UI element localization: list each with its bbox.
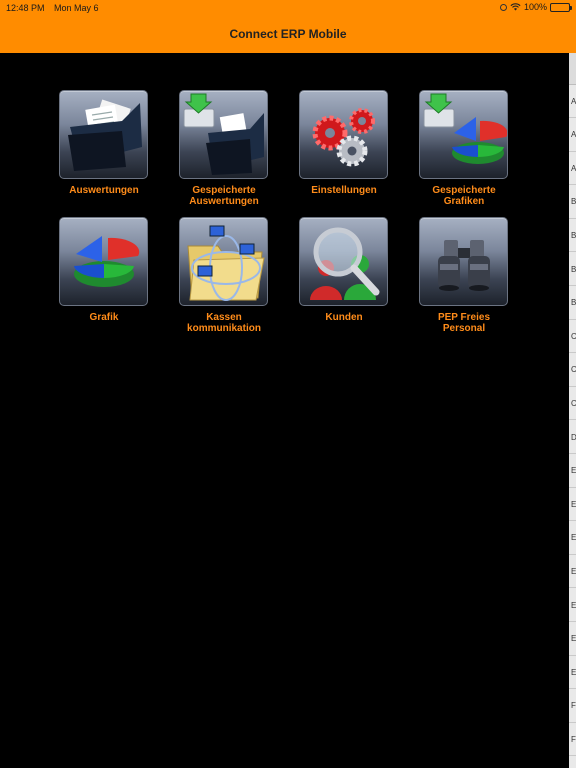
index-letter[interactable]: C <box>569 387 576 421</box>
index-letter[interactable]: B <box>569 253 576 286</box>
index-letter[interactable]: E <box>569 656 576 690</box>
index-letter[interactable]: D <box>569 421 576 454</box>
index-letter[interactable]: C <box>569 320 576 354</box>
tile-label: Grafik <box>89 312 119 323</box>
binoculars-icon <box>419 217 508 306</box>
tile-gespeicherte-auswertungen[interactable]: Gespeicherte Auswertungen <box>164 90 284 214</box>
tile-label: Gespeicherte Grafiken <box>432 185 496 207</box>
index-letter[interactable]: E <box>569 555 576 589</box>
index-letter[interactable]: A <box>569 152 576 186</box>
tile-gespeicherte-grafiken[interactable]: Gespeicherte Grafiken <box>404 90 524 214</box>
index-letter[interactable]: B <box>569 287 576 320</box>
index-letter[interactable]: E <box>569 455 576 488</box>
network-folder-icon <box>179 217 268 306</box>
index-letter[interactable]: E <box>569 522 576 555</box>
index-letter[interactable]: B <box>569 219 576 253</box>
folder-documents-icon <box>59 90 148 179</box>
index-letter[interactable]: F <box>569 690 576 723</box>
gears-icon <box>299 90 388 179</box>
menu-grid: Auswertungen Gespeicherte Auswertungen E… <box>0 0 560 768</box>
tile-kassen-kommunikation[interactable]: Kassen kommunikation <box>164 217 284 341</box>
index-letter[interactable]: A <box>569 119 576 152</box>
index-bar-top <box>569 53 576 85</box>
tile-kunden[interactable]: Kunden <box>284 217 404 341</box>
index-letter[interactable]: C <box>569 354 576 387</box>
saved-folder-icon <box>179 90 268 179</box>
tile-label: Gespeicherte Auswertungen <box>189 185 259 207</box>
tile-grafik[interactable]: Grafik <box>44 217 164 341</box>
tile-label: Kassen kommunikation <box>187 312 261 334</box>
customer-search-icon <box>299 217 388 306</box>
tile-pep-freies-personal[interactable]: PEP Freies Personal <box>404 217 524 341</box>
index-letter[interactable]: A <box>569 85 576 118</box>
index-letter[interactable]: E <box>569 623 576 656</box>
index-letter[interactable]: E <box>569 488 576 522</box>
tile-label: Einstellungen <box>311 185 377 196</box>
tile-label: PEP Freies Personal <box>437 312 491 334</box>
saved-chart-icon <box>419 90 508 179</box>
tile-label: Auswertungen <box>69 185 139 196</box>
index-letter[interactable]: E <box>569 589 576 622</box>
tile-einstellungen[interactable]: Einstellungen <box>284 90 404 214</box>
pie-chart-icon <box>59 217 148 306</box>
section-index-bar[interactable]: AAABBBBCCCDEEEEEEEFF <box>569 53 576 768</box>
tile-auswertungen[interactable]: Auswertungen <box>44 90 164 214</box>
index-letter[interactable]: B <box>569 186 576 219</box>
tile-label: Kunden <box>325 312 363 323</box>
index-letter[interactable]: F <box>569 723 576 757</box>
